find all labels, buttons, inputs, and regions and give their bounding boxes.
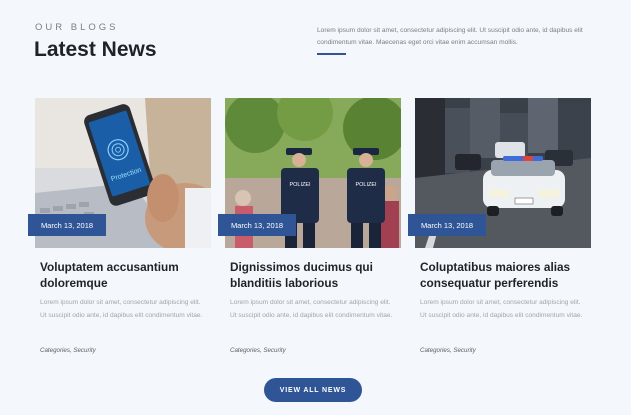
svg-text:POLIZEI: POLIZEI bbox=[355, 182, 377, 188]
post-date-badge: March 13, 2018 bbox=[408, 214, 486, 236]
news-card[interactable]: Protection March 13, 2018 Voluptatem acc… bbox=[28, 98, 211, 358]
section-eyebrow: OUR BLOGS bbox=[35, 22, 119, 33]
post-categories[interactable]: Categories, Security bbox=[420, 347, 476, 354]
section-intro: Lorem ipsum dolor sit amet, consectetur … bbox=[317, 27, 583, 46]
post-title[interactable]: Dignissimos ducimus qui blanditiis labor… bbox=[230, 259, 400, 291]
post-date-badge: March 13, 2018 bbox=[218, 214, 296, 236]
post-excerpt: Lorem ipsum dolor sit amet, consectetur … bbox=[230, 299, 393, 319]
post-title[interactable]: Voluptatem accusantium doloremque bbox=[40, 259, 210, 291]
svg-text:POLIZEI: POLIZEI bbox=[289, 182, 311, 188]
post-title[interactable]: Coluptatibus maiores alias consequatur p… bbox=[420, 259, 590, 291]
post-excerpt: Lorem ipsum dolor sit amet, consectetur … bbox=[420, 299, 583, 319]
post-excerpt: Lorem ipsum dolor sit amet, consectetur … bbox=[40, 299, 203, 319]
intro-accent-rule bbox=[317, 53, 346, 55]
post-categories[interactable]: Categories, Security bbox=[230, 347, 286, 354]
news-card[interactable]: POLIZEI POLIZEI March 13, 2018 Dignissim… bbox=[218, 98, 401, 358]
post-categories[interactable]: Categories, Security bbox=[40, 347, 96, 354]
view-all-news-button[interactable]: VIEW ALL NEWS bbox=[264, 378, 362, 402]
section-title: Latest News bbox=[34, 38, 157, 61]
post-date-badge: March 13, 2018 bbox=[28, 214, 106, 236]
news-card[interactable]: March 13, 2018 Coluptatibus maiores alia… bbox=[408, 98, 591, 358]
